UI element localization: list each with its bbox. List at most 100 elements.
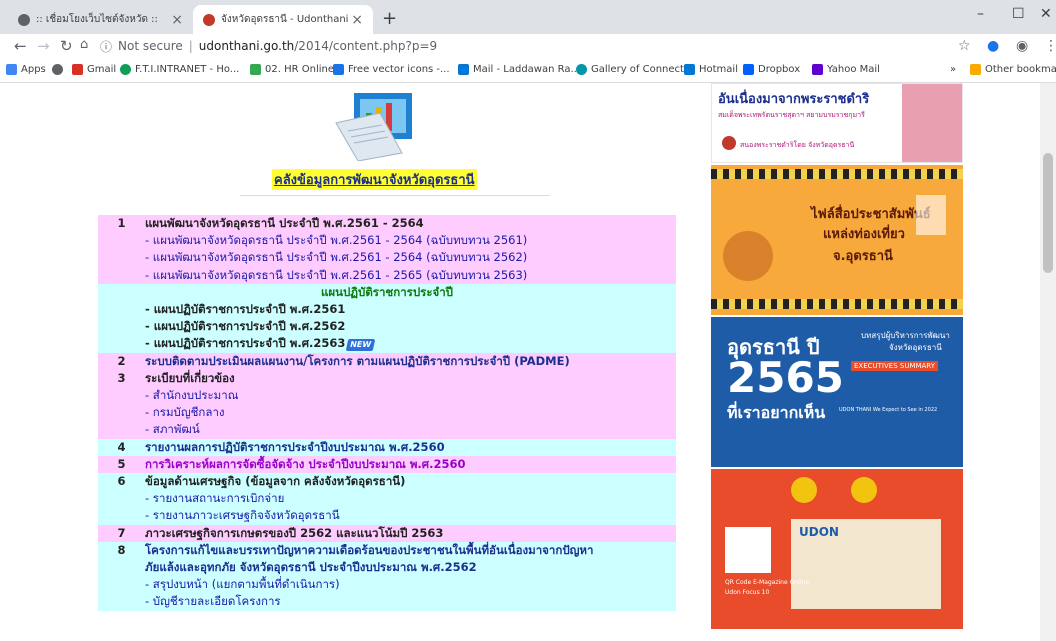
folder-icon [970,64,981,75]
bookmark-star-icon[interactable]: ☆ [958,38,971,54]
extension-icon[interactable]: ● [987,38,999,54]
list-item[interactable]: - บัญชีรายละเอียดโครงการ [98,593,676,611]
list-item[interactable]: - แผนพัฒนาจังหวัดอุดรธานี ประจำปี พ.ศ.25… [98,266,676,284]
bookmark-free-vector[interactable]: Free vector icons -... [333,64,450,75]
bookmark-mail[interactable]: Mail - Laddawan Ra... [458,64,580,75]
bookmark-yahoo[interactable]: Yahoo Mail [812,64,880,75]
tab-udonthani[interactable]: จังหวัดอุดรธานี - Udonthani × [193,5,373,34]
list-item[interactable]: 4 รายงานผลการปฏิบัติราชการประจำปีงบประมาณ… [98,438,676,456]
menu-icon[interactable]: ⋮ [1044,38,1056,54]
dropbox-icon [743,64,754,75]
item-text[interactable]: ระบบติดตามประเมินผลแผนงาน/โครงการ ตามแผน… [145,353,676,370]
list-item[interactable]: - สภาพัฒน์ [98,421,676,439]
bookmark-label: Other bookmarks [985,64,1056,75]
bookmark-dropbox[interactable]: Dropbox [743,64,800,75]
globe-icon [18,13,30,26]
bookmark-label: 02. HR Online [265,64,334,75]
item-text: แผนปฏิบัติราชการประจำปี [98,284,676,301]
item-text[interactable]: - สภาพัฒน์ [145,421,676,438]
bookmark-gallery[interactable]: Gallery of Connect... [576,64,694,75]
qr-code-icon[interactable] [725,527,771,573]
item-number: 2 [117,353,126,368]
tab-province-links[interactable]: :: เชื่อมโยงเว็บไซต์จังหวัด :: × [8,5,193,34]
item-text[interactable]: - กรมบัญชีกลาง [145,404,676,421]
list-item[interactable]: - แผนพัฒนาจังหวัดอุดรธานี ประจำปี พ.ศ.25… [98,249,676,267]
list-item[interactable]: ภัยแล้งและอุทกภัย จังหวัดอุดรธานี ประจำป… [98,559,676,577]
list-item[interactable]: 8 โครงการแก้ไขและบรรเทาปัญหาความเดือดร้อน… [98,541,676,560]
banner-executive-summary[interactable]: อุดรธานี ปี 2565 ที่เราอยากเห็น บทสรุปผู… [711,317,963,467]
item-text[interactable]: - สรุปงบหน้า (แยกตามพื้นที่ดำเนินการ) [145,576,676,593]
back-icon[interactable]: ← [14,37,27,55]
maximize-icon[interactable]: ☐ [1012,6,1025,22]
close-icon[interactable]: × [171,12,183,28]
item-text[interactable]: - รายงานภาวะเศรษฐกิจจังหวัดอุดรธานี [145,507,676,524]
reload-icon[interactable]: ↻ [60,37,73,55]
list-item[interactable]: - สรุปงบหน้า (แยกตามพื้นที่ดำเนินการ) [98,576,676,594]
list-item[interactable]: - รายงานภาวะเศรษฐกิจจังหวัดอุดรธานี [98,507,676,525]
item-label: - แผนปฏิบัติราชการประจำปี พ.ศ.2561 [145,302,346,317]
list-item[interactable]: - รายงานสถานะการเบิกจ่าย [98,490,676,508]
item-text[interactable]: การวิเคราะห์ผลการจัดซื้อจัดจ้าง ประจำปีง… [145,456,676,473]
seal-icon [791,477,817,503]
list-item[interactable]: - แผนพัฒนาจังหวัดอุดรธานี ประจำปี พ.ศ.25… [98,232,676,250]
bookmark-intranet[interactable]: F.T.I.INTRANET - Ho... [120,64,239,75]
item-text[interactable]: ภัยแล้งและอุทกภัย จังหวัดอุดรธานี ประจำป… [145,559,676,576]
item-number [98,421,145,438]
bookmarks-bar: Apps Gmail F.T.I.INTRANET - Ho... 02. HR… [0,60,1056,83]
bookmark-hr-online[interactable]: 02. HR Online [250,64,334,75]
gallery-icon [576,64,587,75]
minimize-icon[interactable]: – [977,6,984,22]
item-number [98,559,145,576]
item-text[interactable]: - แผนพัฒนาจังหวัดอุดรธานี ประจำปี พ.ศ.25… [145,267,676,284]
item-label: - แผนปฏิบัติราชการประจำปี พ.ศ.2563 [145,336,346,351]
bookmark-other[interactable]: Other bookmarks [970,64,1056,75]
page-title[interactable]: คลังข้อมูลการพัฒนาจังหวัดอุดรธานี [272,169,477,190]
item-label: โครงการแก้ไขและบรรเทาปัญหาความเดือดร้อนข… [145,542,594,557]
item-text[interactable]: - แผนพัฒนาจังหวัดอุดรธานี ประจำปี พ.ศ.25… [145,249,676,266]
address-host: udonthani.go.th [198,39,295,53]
item-number: 4 [117,439,126,454]
tab-title: จังหวัดอุดรธานี - Udonthani [221,14,349,25]
item-text: - แผนปฏิบัติราชการประจำปี พ.ศ.2561 [145,301,676,318]
bookmark-hotmail[interactable]: Hotmail [684,64,738,75]
item-text[interactable]: โครงการแก้ไขและบรรเทาปัญหาความเดือดร้อนข… [145,542,676,559]
item-text[interactable]: รายงานผลการปฏิบัติราชการประจำปีงบประมาณ … [145,439,676,456]
bookmarks-overflow-button[interactable]: » [950,64,956,75]
item-label: ภาวะเศรษฐกิจการเกษตรของปี 2562 และแนวโน้… [145,525,444,540]
content-list: 1 แผนพัฒนาจังหวัดอุดรธานี ประจำปี พ.ศ.256… [98,215,676,611]
list-item: 6 ข้อมูลด้านเศรษฐกิจ (ข้อมูลจาก คลังจังหว… [98,473,676,491]
bookmark-gmail[interactable]: Gmail [72,64,116,75]
window-close-icon[interactable]: ✕ [1040,6,1052,22]
bookmark-apps[interactable]: Apps [6,64,46,75]
item-text: ข้อมูลด้านเศรษฐกิจ (ข้อมูลจาก คลังจังหวั… [145,473,676,490]
profile-avatar[interactable]: ◉ [1016,38,1028,54]
item-label: ระบบติดตามประเมินผลแผนงาน/โครงการ ตามแผน… [145,353,570,368]
info-icon[interactable]: ⓘ [100,38,112,55]
address-bar[interactable]: ⓘ Not secure | udonthani.go.th /2014/con… [100,36,960,56]
scrollbar-thumb[interactable] [1043,153,1053,273]
list-item[interactable]: - สำนักงบประมาณ [98,387,676,405]
forward-icon[interactable]: → [37,37,50,55]
list-item: 3 ระเบียบที่เกี่ยวข้อง [98,369,676,388]
banner-subtitle: สมเด็จพระเทพรัตนราชสุดาฯ สยามบรมราชกุมาร… [718,111,865,119]
new-tab-button[interactable]: + [382,8,397,29]
list-item[interactable]: 2 ระบบติดตามประเมินผลแผนงาน/โครงการ ตามแผ… [98,352,676,370]
film-strip [711,299,963,309]
item-label: รายงานผลการปฏิบัติราชการประจำปีงบประมาณ … [145,439,445,454]
banner-tourism-media[interactable]: ไฟล์สื่อประชาสัมพันธ์ แหล่งท่องเที่ยว จ.… [711,165,963,315]
close-icon[interactable]: × [351,12,363,28]
banner-royal-project[interactable]: อันเนื่องมาจากพระราชดำริ สมเด็จพระเทพรัต… [711,83,963,163]
item-text[interactable]: - แผนพัฒนาจังหวัดอุดรธานี ประจำปี พ.ศ.25… [145,232,676,249]
item-text[interactable]: - สำนักงบประมาณ [145,387,676,404]
item-text[interactable]: - รายงานสถานะการเบิกจ่าย [145,490,676,507]
item-text: ภาวะเศรษฐกิจการเกษตรของปี 2562 และแนวโน้… [145,525,676,542]
bookmark-site[interactable] [52,64,67,75]
film-strip [711,169,963,179]
banner-emagazine[interactable]: UDON QR Code E-Magazine Online Udon Focu… [711,469,963,629]
page-scrollbar[interactable] [1040,83,1056,641]
item-text[interactable]: - บัญชีรายละเอียดโครงการ [145,593,676,610]
tab-title: :: เชื่อมโยงเว็บไซต์จังหวัด :: [36,14,158,25]
list-item[interactable]: 5 การวิเคราะห์ผลการจัดซื้อจัดจ้าง ประจำปี… [98,455,676,474]
home-icon[interactable]: ⌂ [80,37,88,52]
list-item[interactable]: - กรมบัญชีกลาง [98,404,676,422]
